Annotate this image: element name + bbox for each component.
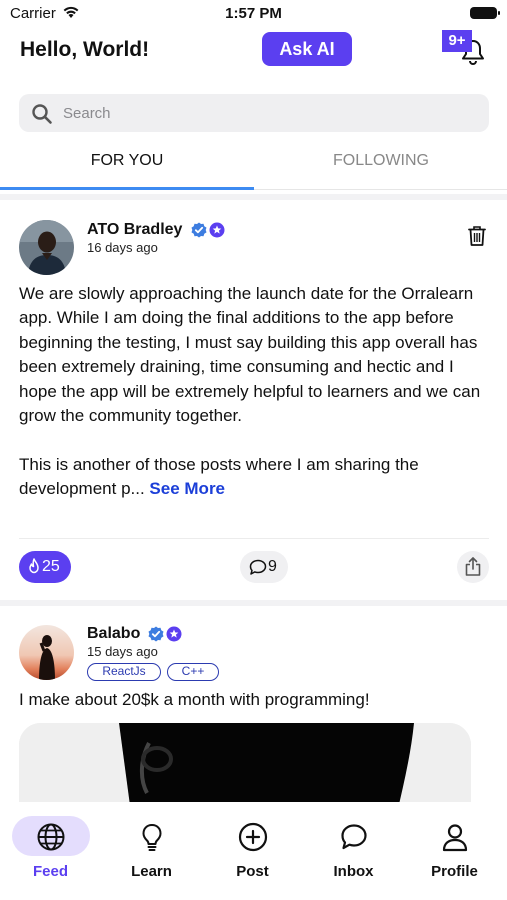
nav-post[interactable]: Post [202, 802, 303, 892]
post-text: I make about 20$k a month with programmi… [19, 690, 370, 709]
post-author[interactable]: ATO Bradley [87, 221, 182, 239]
bottom-navigation: Feed Learn Post Inbox Profile [0, 802, 507, 900]
post-timestamp: 15 days ago [87, 644, 158, 659]
comment-icon [249, 559, 267, 575]
comment-count: 9 [268, 558, 277, 575]
share-icon [465, 557, 481, 576]
search-input[interactable] [63, 94, 463, 132]
notifications-button[interactable]: 9+ [440, 28, 490, 68]
clock: 1:57 PM [225, 5, 282, 22]
avatar[interactable] [19, 220, 74, 275]
trash-icon[interactable] [467, 225, 487, 247]
tab-for-you[interactable]: FOR YOU [0, 140, 254, 190]
post-card[interactable]: ATO Bradley 16 days ago We are slowly ap… [0, 200, 507, 600]
nav-learn-label: Learn [131, 863, 172, 880]
nav-profile[interactable]: Profile [404, 802, 505, 892]
user-icon [442, 824, 468, 852]
comment-button[interactable]: 9 [240, 551, 288, 583]
notification-badge: 9+ [442, 30, 472, 52]
tag-chip[interactable]: ReactJs [87, 663, 161, 681]
nav-inbox-label: Inbox [333, 863, 374, 880]
like-count: 25 [42, 558, 60, 575]
post-text: We are slowly approaching the launch dat… [19, 284, 481, 499]
action-divider [19, 538, 489, 539]
star-badge-icon [166, 626, 182, 642]
see-more-link[interactable]: See More [149, 479, 225, 498]
lightbulb-icon [142, 824, 162, 851]
verified-badge-icon [148, 626, 164, 642]
nav-feed-label: Feed [32, 863, 68, 880]
battery-icon [470, 7, 500, 19]
globe-icon [37, 823, 65, 851]
tag-chip[interactable]: C++ [167, 663, 219, 681]
nav-profile-label: Profile [431, 863, 478, 880]
post-image[interactable] [19, 723, 471, 813]
feed-tabs: FOR YOU FOLLOWING [0, 140, 507, 190]
like-button[interactable]: 25 [19, 551, 71, 583]
plus-circle-icon [238, 822, 268, 852]
nav-learn[interactable]: Learn [101, 802, 202, 892]
search-bar[interactable] [19, 94, 489, 132]
tab-following[interactable]: FOLLOWING [254, 140, 507, 190]
nav-inbox[interactable]: Inbox [303, 802, 404, 892]
chat-bubble-icon [341, 824, 367, 850]
greeting-title: Hello, World! [20, 38, 150, 61]
nav-feed[interactable]: Feed [0, 802, 101, 892]
post-author[interactable]: Balabo [87, 625, 140, 643]
fire-icon [29, 558, 39, 574]
share-button[interactable] [457, 551, 489, 583]
verified-badge-icon [191, 222, 207, 238]
post-body: We are slowly approaching the launch dat… [19, 282, 489, 502]
ask-ai-button[interactable]: Ask AI [262, 32, 352, 66]
status-bar: Carrier 1:57 PM [0, 0, 507, 28]
avatar[interactable] [19, 625, 74, 680]
star-badge-icon [209, 222, 225, 238]
active-tab-indicator [0, 187, 254, 190]
search-icon [32, 104, 52, 124]
nav-post-label: Post [236, 863, 269, 880]
post-timestamp: 16 days ago [87, 240, 158, 255]
